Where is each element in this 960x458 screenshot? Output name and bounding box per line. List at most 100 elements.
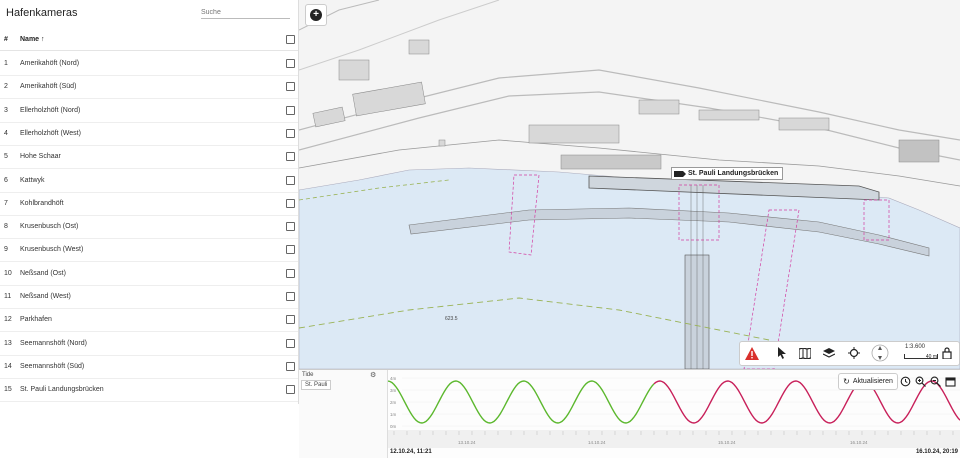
tide-y-label: 1m: [390, 412, 397, 417]
row-checkbox[interactable]: [286, 59, 295, 68]
row-checkbox[interactable]: [286, 175, 295, 185]
tide-y-label: 4m: [390, 376, 397, 381]
search-input[interactable]: [201, 6, 290, 19]
row-number: 10: [4, 269, 12, 277]
table-row[interactable]: 14 Seemannshöft (Süd): [0, 355, 298, 379]
row-checkbox[interactable]: [286, 315, 295, 325]
tide-start-time: 12.10.24, 11:21: [390, 449, 432, 455]
row-camera-name: Kohlbrandhöft: [20, 199, 64, 207]
table-row[interactable]: 4 Ellerholzhöft (West): [0, 122, 298, 146]
row-number: 4: [4, 129, 8, 137]
row-number: 2: [4, 83, 8, 91]
column-header-name[interactable]: Name ↑: [20, 36, 270, 43]
map-view[interactable]: 623.5: [299, 0, 960, 369]
layers-icon[interactable]: [822, 346, 836, 360]
scale-ratio: 1:3.600: [905, 344, 926, 350]
tide-title: Tide: [302, 372, 314, 378]
camera-list-panel: Hafenkameras # Name ↑ 1 Amerikahöft (Nord…: [0, 0, 299, 404]
row-checkbox[interactable]: [286, 268, 295, 278]
table-row[interactable]: 10 Neßsand (Ost): [0, 262, 298, 286]
calendar-icon[interactable]: [944, 375, 956, 387]
row-number: 13: [4, 339, 12, 347]
tide-y-label: 2m: [390, 400, 397, 405]
compass-icon[interactable]: [871, 344, 889, 362]
row-checkbox[interactable]: [286, 198, 295, 208]
table-header: # Name ↑: [0, 30, 298, 51]
table-row[interactable]: 6 Kattwyk: [0, 169, 298, 193]
table-row[interactable]: 13 Seemannshöft (Nord): [0, 332, 298, 356]
row-camera-name: Hohe Schaar: [20, 153, 61, 161]
row-number: 6: [4, 176, 8, 184]
gear-icon[interactable]: ⚙: [370, 371, 376, 379]
row-checkbox[interactable]: [286, 292, 295, 301]
add-button[interactable]: +: [305, 4, 327, 26]
tide-date-label: 14.10.24: [588, 440, 606, 445]
row-number: 12: [4, 316, 12, 324]
row-camera-name: Amerikahöft (Nord): [20, 60, 80, 67]
tide-time-range: 12.10.24, 11:21 16.10.24, 20:19: [387, 448, 960, 457]
row-camera-name: Neßsand (West): [20, 293, 71, 300]
history-icon[interactable]: [899, 375, 911, 387]
row-camera-name: Seemannshöft (Süd): [20, 362, 85, 370]
alert-icon[interactable]: [745, 346, 759, 360]
row-number: 5: [4, 153, 8, 161]
zoom-in-icon[interactable]: [914, 375, 926, 387]
table-row[interactable]: 11 Neßsand (West): [0, 285, 298, 309]
table-row[interactable]: 1 Amerikahöft (Nord): [0, 52, 298, 76]
row-camera-name: Parkhafen: [20, 316, 52, 324]
row-checkbox[interactable]: [286, 361, 295, 371]
table-row[interactable]: 15 St. Pauli Landungsbrücken: [0, 378, 298, 403]
table-row[interactable]: 8 Krusenbusch (Ost): [0, 215, 298, 240]
row-camera-name: Neßsand (Ost): [20, 269, 66, 277]
locate-icon[interactable]: [847, 346, 861, 360]
row-camera-name: Krusenbusch (Ost): [20, 223, 79, 231]
camera-marker-label: St. Pauli Landungsbrücken: [688, 170, 779, 177]
row-number: 1: [4, 60, 8, 67]
video-camera-icon: [674, 171, 686, 177]
table-row[interactable]: 12 Parkhafen: [0, 308, 298, 333]
row-checkbox[interactable]: [286, 152, 295, 162]
row-number: 14: [4, 362, 12, 370]
map-canvas[interactable]: 623.5: [299, 0, 960, 369]
tide-date-label: 15.10.24: [718, 440, 736, 445]
row-checkbox[interactable]: [286, 82, 295, 92]
row-camera-name: Ellerholzhöft (Nord): [20, 106, 81, 114]
row-camera-name: St. Pauli Landungsbrücken: [20, 386, 104, 394]
row-camera-name: Kattwyk: [20, 176, 45, 184]
tide-date-label: 16.10.24: [850, 440, 868, 445]
tide-sidebar: Tide ⚙ St. Pauli: [299, 370, 388, 458]
table-row[interactable]: 2 Amerikahöft (Süd): [0, 75, 298, 100]
row-camera-name: Amerikahöft (Süd): [20, 83, 77, 91]
row-checkbox[interactable]: [286, 128, 295, 138]
row-camera-name: Seemannshöft (Nord): [20, 339, 87, 347]
select-all-checkbox[interactable]: [286, 35, 295, 44]
row-checkbox[interactable]: [286, 222, 295, 232]
tide-y-label: 0m: [390, 424, 397, 429]
tide-station-chip[interactable]: St. Pauli: [301, 380, 332, 390]
refresh-label: Aktualisieren: [852, 378, 893, 385]
row-number: 15: [4, 386, 12, 394]
row-number: 3: [4, 106, 8, 114]
pointer-icon[interactable]: [775, 346, 789, 360]
table-row[interactable]: 9 Krusenbusch (West): [0, 238, 298, 263]
map-icon[interactable]: [798, 346, 812, 360]
zoom-out-icon[interactable]: [929, 375, 941, 387]
row-camera-name: Krusenbusch (West): [20, 246, 84, 254]
row-checkbox[interactable]: [286, 385, 295, 395]
table-row[interactable]: 3 Ellerholzhöft (Nord): [0, 99, 298, 123]
row-checkbox[interactable]: [286, 338, 295, 348]
row-number: 7: [4, 199, 8, 207]
tide-date-label: 13.10.24: [458, 440, 476, 445]
depth-label: 623.5: [445, 316, 458, 322]
camera-marker[interactable]: St. Pauli Landungsbrücken: [671, 167, 784, 180]
tide-end-time: 16.10.24, 20:19: [915, 449, 958, 455]
row-checkbox[interactable]: [286, 245, 295, 255]
row-number: 11: [4, 293, 12, 300]
table-row[interactable]: 5 Hohe Schaar: [0, 145, 298, 170]
table-row[interactable]: 7 Kohlbrandhöft: [0, 192, 298, 216]
refresh-button[interactable]: ↻ Aktualisieren: [838, 373, 898, 390]
scale-bar: 40 m: [904, 354, 938, 360]
lock-icon[interactable]: [940, 346, 954, 360]
row-checkbox[interactable]: [286, 105, 295, 115]
tide-y-label: 3m: [390, 388, 397, 393]
